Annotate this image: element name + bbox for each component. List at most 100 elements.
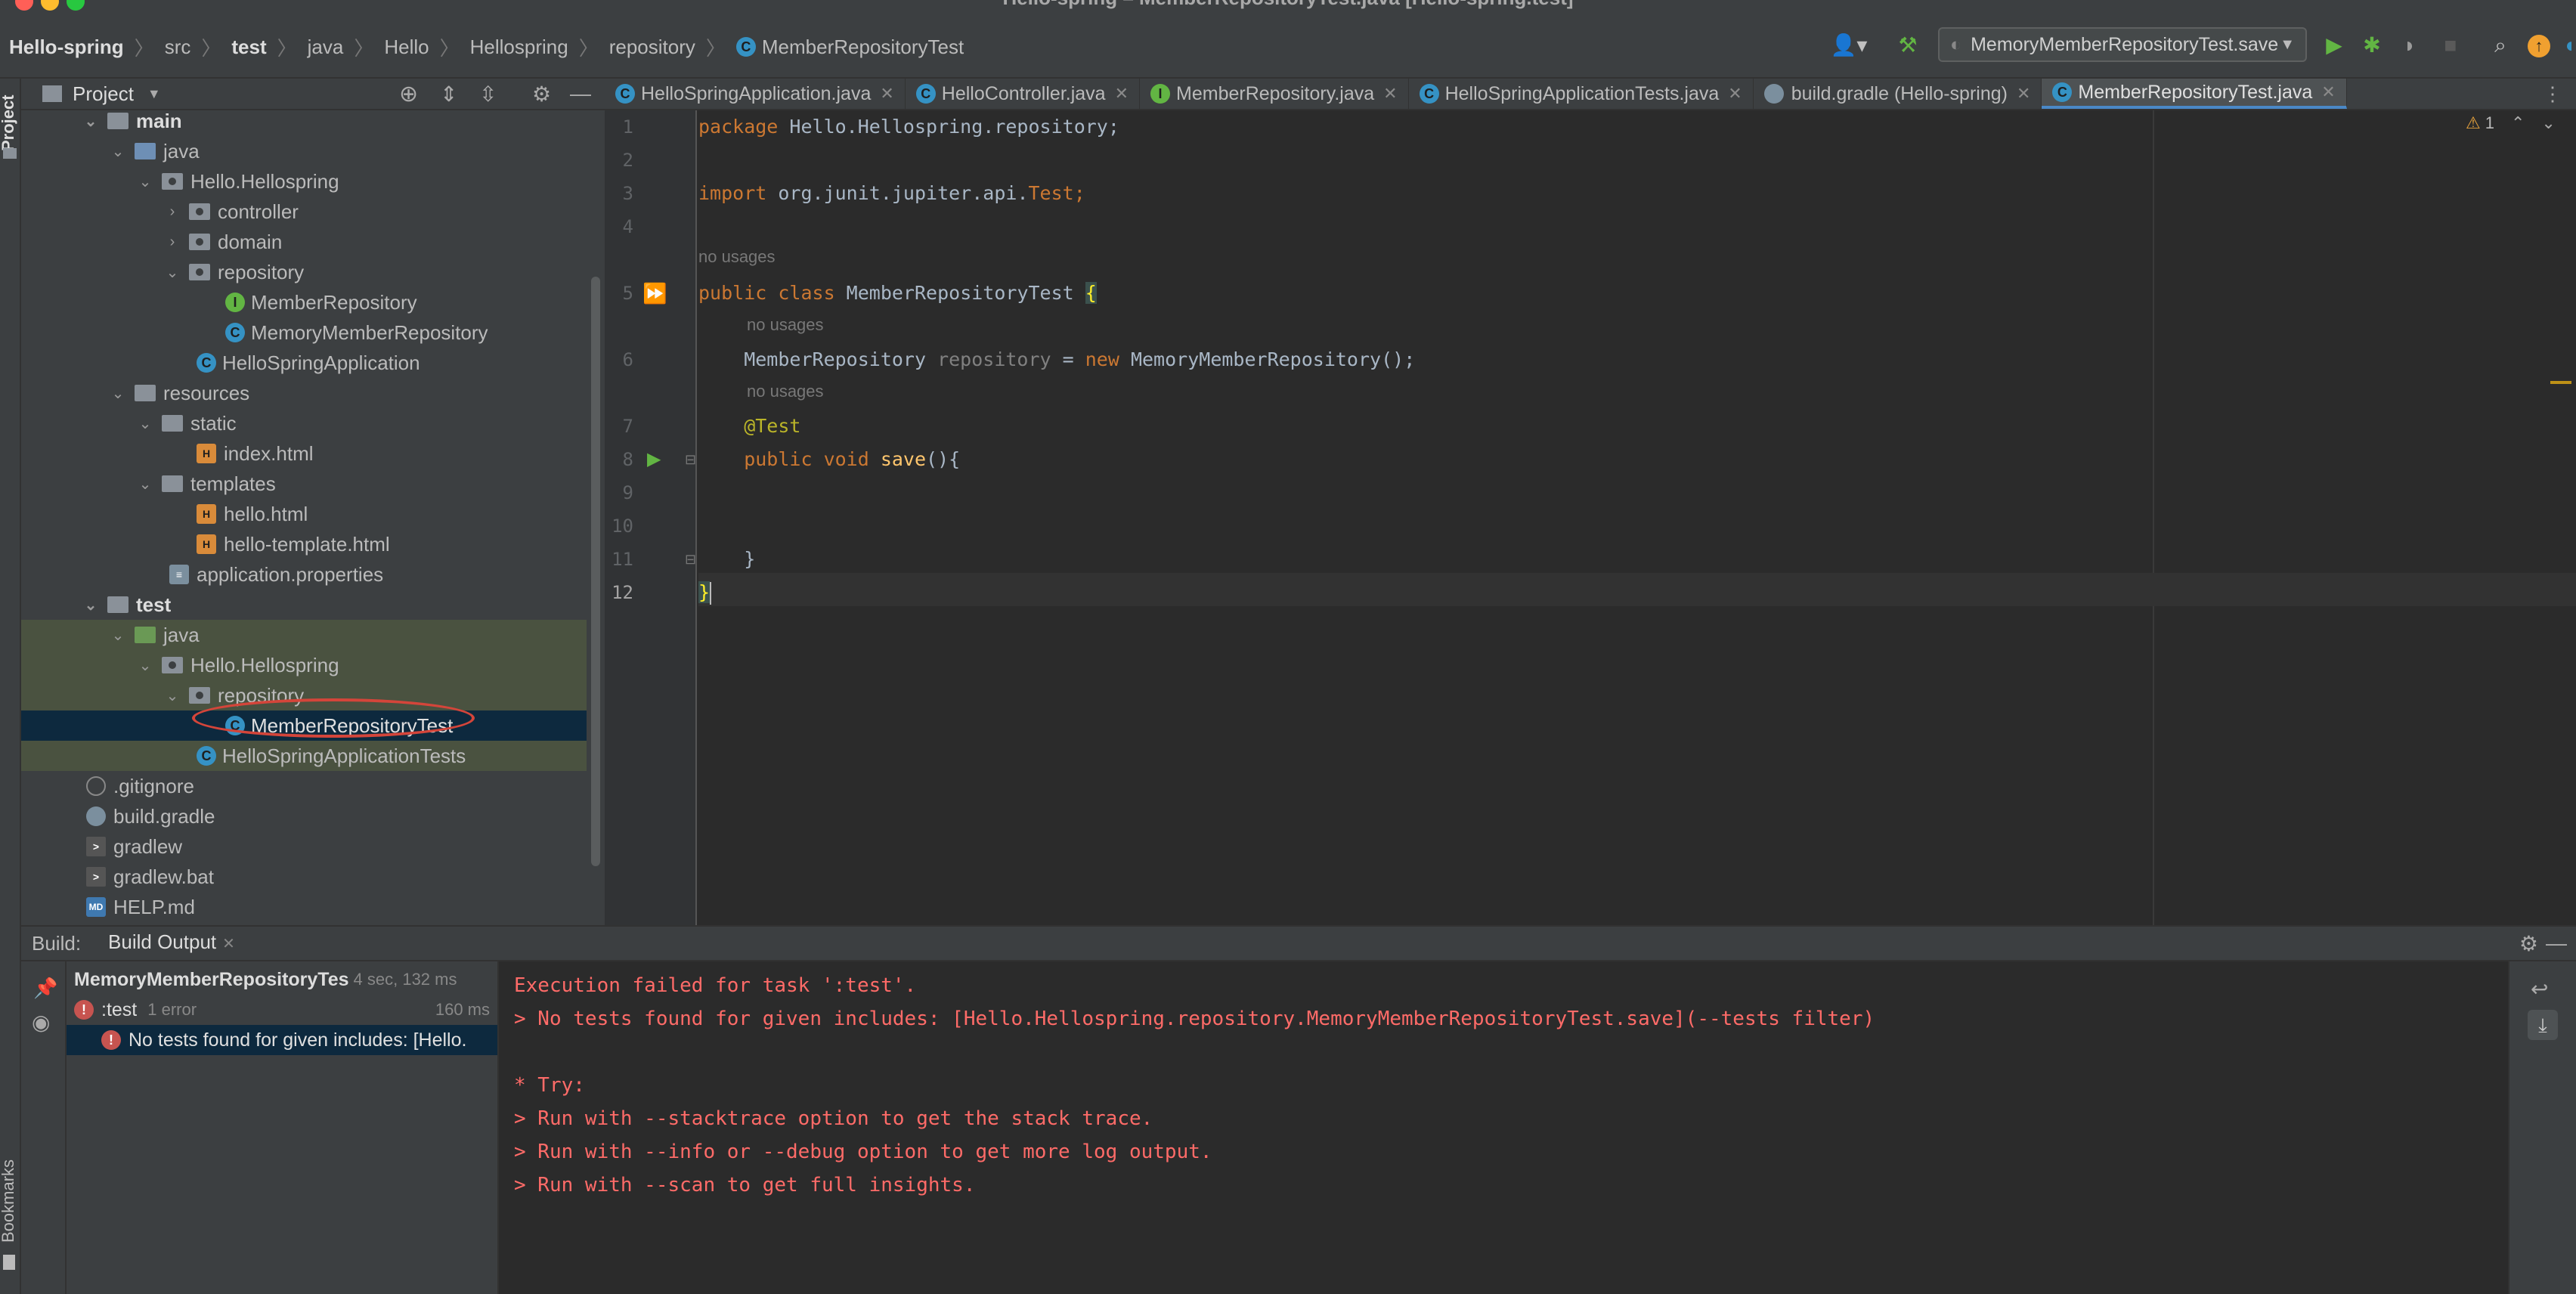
tree-item-repository[interactable]: ⌄ repository: [21, 257, 587, 287]
build-hammer-icon[interactable]: ⚒: [1894, 32, 1921, 59]
close-icon[interactable]: ✕: [2017, 84, 2030, 104]
assistant-icon[interactable]: ◖: [2562, 32, 2576, 59]
fold-icon[interactable]: ⊟: [685, 444, 696, 475]
tab-hellospringapplication[interactable]: C HelloSpringApplication.java ✕: [605, 79, 906, 109]
chevron-right-icon: 〉: [277, 36, 297, 60]
build-node-error[interactable]: ! No tests found for given includes: [He…: [67, 1025, 497, 1055]
tree-item-package[interactable]: ⌄ Hello.Hellospring: [21, 166, 587, 197]
tree-item-templates[interactable]: ⌄ templates: [21, 469, 587, 499]
build-node-root[interactable]: MemoryMemberRepositoryTes 4 sec, 132 ms: [67, 964, 497, 995]
tree-item-file[interactable]: ≡ application.properties: [21, 559, 587, 590]
debug-icon[interactable]: ✱: [2358, 32, 2386, 59]
minimize-icon[interactable]: —: [2546, 931, 2567, 955]
run-configuration-select[interactable]: ◐ MemoryMemberRepositoryTest.save ▼: [1938, 27, 2307, 62]
package-icon: [162, 173, 183, 190]
tree-item-file[interactable]: .gitignore: [21, 771, 587, 801]
chevron-up-icon[interactable]: ⌃: [2511, 113, 2525, 133]
tab-label: build.gradle (Hello-spring): [1791, 82, 2008, 104]
search-icon[interactable]: ⌕: [2487, 32, 2514, 59]
close-icon[interactable]: ✕: [880, 84, 893, 104]
tab-hellocontroller[interactable]: C HelloController.java ✕: [906, 79, 1141, 109]
tab-build-gradle[interactable]: build.gradle (Hello-spring) ✕: [1754, 79, 2042, 109]
inlay-hint[interactable]: no usages: [698, 311, 824, 339]
breadcrumb-item[interactable]: src: [165, 36, 191, 59]
more-tabs-icon[interactable]: ⋮: [2529, 79, 2576, 109]
tree-item-file[interactable]: > gradlew.bat: [21, 862, 587, 892]
collapse-all-icon[interactable]: ⇳: [479, 82, 497, 107]
tree-item-file[interactable]: C HelloSpringApplication: [21, 348, 587, 378]
stop-icon[interactable]: ■: [2437, 32, 2464, 59]
tree-item-domain[interactable]: › domain: [21, 227, 587, 257]
user-account-icon[interactable]: 👤▾: [1829, 32, 1869, 59]
tree-item-file[interactable]: build.gradle: [21, 801, 587, 831]
chevron-down-icon: ⌄: [84, 113, 98, 130]
tab-memberrepository[interactable]: I MemberRepository.java ✕: [1140, 79, 1409, 109]
breadcrumb-item-current[interactable]: C MemberRepositoryTest: [735, 36, 964, 59]
code-editor[interactable]: package Hello.Hellospring.repository; im…: [698, 110, 2576, 925]
tab-memberrepositorytest[interactable]: C MemberRepositoryTest.java ✕: [2042, 79, 2347, 109]
run-tests-icon[interactable]: ⏩: [642, 278, 667, 308]
tree-item-main[interactable]: ⌄ main: [21, 110, 587, 136]
breadcrumb-item[interactable]: repository: [609, 36, 695, 59]
breadcrumb-item[interactable]: java: [308, 36, 344, 59]
project-panel-title[interactable]: Project: [73, 82, 134, 106]
expand-all-icon[interactable]: ⇕: [440, 82, 457, 107]
update-icon[interactable]: ↑: [2528, 35, 2550, 57]
project-tool-tab[interactable]: Project: [0, 94, 18, 151]
tree-item-file[interactable]: Hhello.html: [21, 499, 587, 529]
fold-icon[interactable]: ⊟: [685, 544, 696, 574]
chevron-down-icon[interactable]: ⌄: [2541, 113, 2555, 133]
tree-item-java[interactable]: ⌄ java: [21, 620, 587, 650]
gear-icon[interactable]: ⚙: [532, 82, 551, 107]
tree-item-file[interactable]: MD HELP.md: [21, 892, 587, 922]
tree-item-file[interactable]: C MemoryMemberRepository: [21, 317, 587, 348]
tree-item-file[interactable]: I MemberRepository: [21, 287, 587, 317]
tree-item-file[interactable]: C HelloSpringApplicationTests: [21, 741, 587, 771]
run-test-icon[interactable]: ▶: [647, 444, 661, 475]
tab-build-output[interactable]: Build Output ✕: [108, 930, 235, 957]
breadcrumb-item[interactable]: Hello: [384, 36, 429, 59]
class-icon: C: [225, 323, 245, 342]
build-console[interactable]: Execution failed for task ':test'. > No …: [499, 961, 2508, 1294]
tree-item-java[interactable]: ⌄ java: [21, 136, 587, 166]
tree-item-file[interactable]: Hindex.html: [21, 438, 587, 469]
properties-file-icon: ≡: [169, 565, 189, 584]
run-icon[interactable]: ▶: [2321, 32, 2348, 59]
minimize-icon[interactable]: —: [570, 82, 591, 106]
bookmarks-tool-tab[interactable]: Bookmarks: [0, 1159, 18, 1243]
scrollbar-thumb[interactable]: [591, 277, 600, 866]
breadcrumb-item[interactable]: Hello-spring: [9, 36, 124, 59]
gear-icon[interactable]: ⚙: [2519, 931, 2538, 956]
breadcrumb-item[interactable]: Hellospring: [470, 36, 568, 59]
tree-item-controller[interactable]: › controller: [21, 197, 587, 227]
chevron-down-icon[interactable]: ▼: [147, 86, 161, 102]
tree-item-file[interactable]: > gradlew: [21, 831, 587, 862]
line-number: 12: [611, 582, 633, 603]
tree-item-resources[interactable]: ⌄ resources: [21, 378, 587, 408]
close-icon[interactable]: ✕: [1728, 84, 1742, 104]
project-scrollbar[interactable]: [587, 110, 605, 925]
interface-icon: I: [225, 293, 245, 312]
close-icon[interactable]: ✕: [1115, 84, 1129, 104]
tab-hellospringapplicationtests[interactable]: C HelloSpringApplicationTests.java ✕: [1409, 79, 1754, 109]
locate-icon[interactable]: ⊕: [399, 81, 418, 107]
breadcrumb-item[interactable]: test: [231, 36, 266, 59]
close-icon[interactable]: ✕: [1383, 84, 1397, 104]
scroll-to-end-icon[interactable]: ⤓: [2528, 1010, 2558, 1040]
close-icon[interactable]: ✕: [2321, 82, 2335, 102]
inlay-hint[interactable]: no usages: [698, 243, 776, 271]
warning-stripe-marker[interactable]: [2550, 381, 2571, 384]
inspection-widget[interactable]: ⚠ 1 ⌃ ⌄: [2466, 113, 2556, 133]
line-number: 9: [622, 482, 633, 503]
pin-icon[interactable]: 📌: [33, 977, 57, 1000]
tree-item-file[interactable]: Hhello-template.html: [21, 529, 587, 559]
coverage-icon[interactable]: ◗: [2396, 32, 2423, 59]
close-icon[interactable]: ✕: [222, 936, 235, 952]
eye-icon[interactable]: ◉: [32, 1010, 50, 1035]
build-node-task[interactable]: ! :test 1 error 160 ms: [67, 995, 497, 1025]
tree-item-test[interactable]: ⌄ test: [21, 590, 587, 620]
soft-wrap-icon[interactable]: ↩: [2531, 977, 2548, 1001]
tree-item-package[interactable]: ⌄ Hello.Hellospring: [21, 650, 587, 680]
tree-item-static[interactable]: ⌄ static: [21, 408, 587, 438]
inlay-hint[interactable]: no usages: [698, 378, 824, 405]
